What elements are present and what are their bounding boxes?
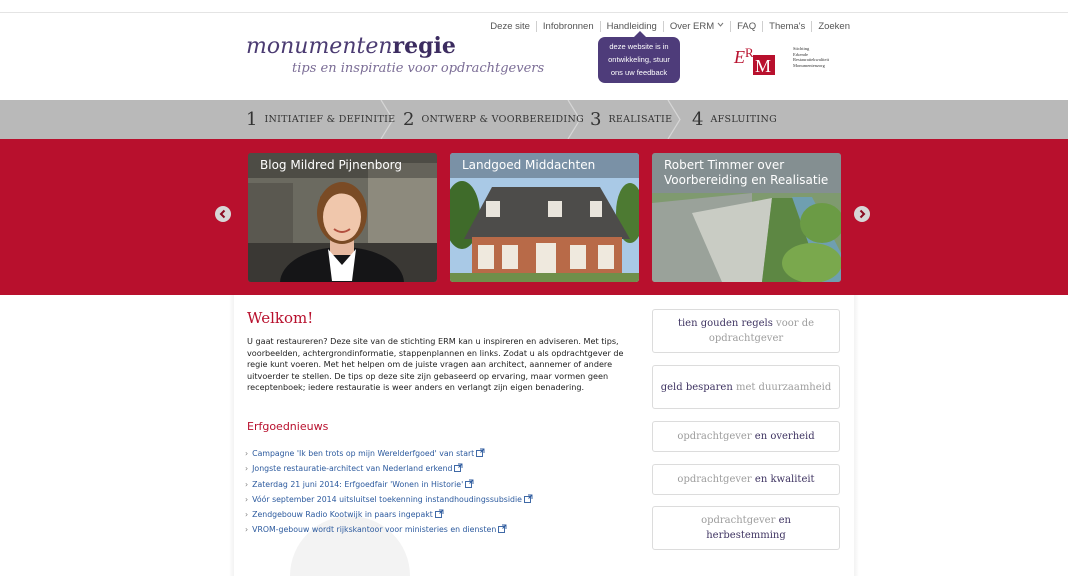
external-link-icon <box>476 448 485 457</box>
nav-separator <box>662 21 664 32</box>
step-number: 1 <box>246 109 258 130</box>
chevron-right-icon: › <box>245 479 249 489</box>
news-link[interactable]: Vóór september 2014 uitsluitsel toekenni… <box>252 495 522 504</box>
card-tien-gouden-regels[interactable]: tien gouden regels voor de opdrachtgever <box>652 309 840 353</box>
step-label: REALISATIE <box>608 114 673 125</box>
chevron-right-icon: › <box>245 464 249 474</box>
card-herbestemming[interactable]: opdrachtgever en herbestemming <box>652 506 840 550</box>
nav-separator <box>535 21 537 32</box>
steps-bar: 1 INITIATIEF & DEFINITIE 2 ONTWERP & VOORB… <box>0 100 1068 139</box>
card-text: opdrachtgever en overheid <box>677 431 815 442</box>
feedback-line-1: deze website is in <box>609 42 669 51</box>
slide-title: Landgoed Middachten <box>450 153 639 178</box>
svg-text:M: M <box>755 56 771 76</box>
feedback-line-3: ons uw feedback <box>610 68 668 77</box>
step-ontwerp[interactable]: 2 ONTWERP & VOORBEREIDING <box>403 100 584 139</box>
erm-logo[interactable]: E R M Stichting Erkende Restauratiekwalite… <box>733 43 843 77</box>
nav-infobronnen[interactable]: Infobronnen <box>543 21 594 32</box>
step-label: ONTWERP & VOORBEREIDING <box>421 114 584 125</box>
news-item[interactable]: › Zendgebouw Radio Kootwijk in paars inge… <box>245 507 533 522</box>
news-item[interactable]: › Campagne 'Ik ben trots op mijn Werelder… <box>245 446 533 461</box>
svg-text:R: R <box>745 45 754 60</box>
chevron-left-icon <box>219 209 226 219</box>
erm-logo-text: Stichting Erkende Restauratiekwaliteit Monu… <box>793 46 829 68</box>
news-link[interactable]: VROM-gebouw wordt rijkskantoor voor mini… <box>252 525 496 534</box>
nav-handleiding[interactable]: Handleiding <box>607 21 657 32</box>
step-number: 4 <box>692 109 704 130</box>
news-item[interactable]: › Vóór september 2014 uitsluitsel toekenn… <box>245 492 533 507</box>
site-logo[interactable]: monumentenregie tips en inspiratie voor … <box>246 34 544 76</box>
nav-faq[interactable]: FAQ <box>737 21 756 32</box>
erm-logo-mark: E R M <box>733 45 775 76</box>
nav-separator <box>730 21 732 32</box>
logo-tagline: tips en inspiratie voor opdrachtgevers <box>292 61 545 76</box>
card-text: opdrachtgever en kwaliteit <box>677 474 815 485</box>
card-text: geld besparen met duurzaamheid <box>660 381 832 393</box>
step-number: 3 <box>590 109 602 130</box>
news-item[interactable]: › Jongste restauratie-architect van Neder… <box>245 461 533 476</box>
nav-over-erm-label: Over ERM <box>669 21 715 32</box>
logo-wordmark: monumentenregie <box>246 33 456 59</box>
news-list: › Campagne 'Ik ben trots op mijn Werelder… <box>245 446 533 538</box>
step-realisatie[interactable]: 3 REALISATIE <box>590 100 672 139</box>
external-link-icon <box>498 525 507 534</box>
step-initiatief[interactable]: 1 INITIATIEF & DEFINITIE <box>246 100 395 139</box>
dropdown-caret-icon <box>717 22 724 27</box>
nav-separator <box>762 21 764 32</box>
welcome-heading: Welkom! <box>247 309 314 327</box>
card-geld-besparen[interactable]: geld besparen met duurzaamheid <box>652 365 840 409</box>
step-afsluiting[interactable]: 4 AFSLUITING <box>692 100 777 139</box>
welcome-intro-text: U gaat restaureren? Deze site van de sti… <box>247 336 624 392</box>
card-text: opdrachtgever en herbestemming <box>701 515 791 541</box>
feedback-line-2: ontwikkeling, stuur <box>608 55 670 64</box>
card-overheid[interactable]: opdrachtgever en overheid <box>652 421 840 452</box>
card-kwaliteit[interactable]: opdrachtgever en kwaliteit <box>652 464 840 495</box>
step-label: INITIATIEF & DEFINITIE <box>264 114 396 125</box>
external-link-icon <box>454 463 463 473</box>
top-navigation: Deze site Infobronnen Handleiding Over E… <box>490 21 850 32</box>
news-link[interactable]: Zendgebouw Radio Kootwijk in paars ingep… <box>252 510 433 519</box>
chevron-right-icon <box>859 209 866 219</box>
news-link[interactable]: Zaterdag 21 juni 2014: Erfgoedfair 'Wone… <box>252 480 463 489</box>
nav-themas[interactable]: Thema's <box>769 21 805 32</box>
external-link-icon <box>434 509 444 519</box>
card-text: tien gouden regels voor de opdrachtgever <box>677 318 815 344</box>
svg-text:E: E <box>733 47 745 67</box>
external-link-icon <box>523 494 533 503</box>
carousel-next-button[interactable] <box>854 206 870 222</box>
top-divider <box>0 12 1068 13</box>
nav-separator <box>599 21 601 32</box>
chevron-right-icon: › <box>245 525 249 535</box>
news-link[interactable]: Campagne 'Ik ben trots op mijn Werelderf… <box>252 449 474 458</box>
external-link-icon <box>465 479 474 488</box>
slide-title: Robert Timmer over Voorbereiding en Real… <box>652 153 841 193</box>
news-item[interactable]: › VROM-gebouw wordt rijkskantoor voor min… <box>245 522 533 537</box>
erfgoednieuws-heading: Erfgoednieuws <box>247 420 329 433</box>
chevron-right-icon: › <box>245 510 249 520</box>
slide-landgoed-middachten[interactable]: Landgoed Middachten <box>450 153 639 282</box>
feedback-bubble[interactable]: deze website is in ontwikkeling, stuur o… <box>598 31 680 83</box>
chevron-right-icon: › <box>245 494 249 504</box>
slide-robert-timmer[interactable]: Robert Timmer over Voorbereiding en Real… <box>652 153 841 282</box>
carousel-prev-button[interactable] <box>215 206 231 222</box>
news-link[interactable]: Jongste restauratie-architect van Nederl… <box>252 464 452 473</box>
nav-deze-site[interactable]: Deze site <box>490 21 530 32</box>
slide-blog-mildred[interactable]: Blog Mildred Pijnenborg <box>248 153 437 282</box>
step-label: AFSLUITING <box>710 114 777 125</box>
slide-title: Blog Mildred Pijnenborg <box>248 153 437 178</box>
nav-over-erm[interactable]: Over ERM <box>670 21 724 32</box>
step-number: 2 <box>403 109 415 130</box>
chevron-right-icon: › <box>245 449 249 458</box>
featured-carousel: Blog Mildred Pijnenborg Landgoed Middach… <box>0 139 1068 295</box>
nav-zoeken[interactable]: Zoeken <box>818 21 850 32</box>
nav-separator <box>811 21 813 32</box>
news-item[interactable]: › Zaterdag 21 juni 2014: Erfgoedfair 'Won… <box>245 477 533 492</box>
content-shadow-right <box>854 295 859 576</box>
